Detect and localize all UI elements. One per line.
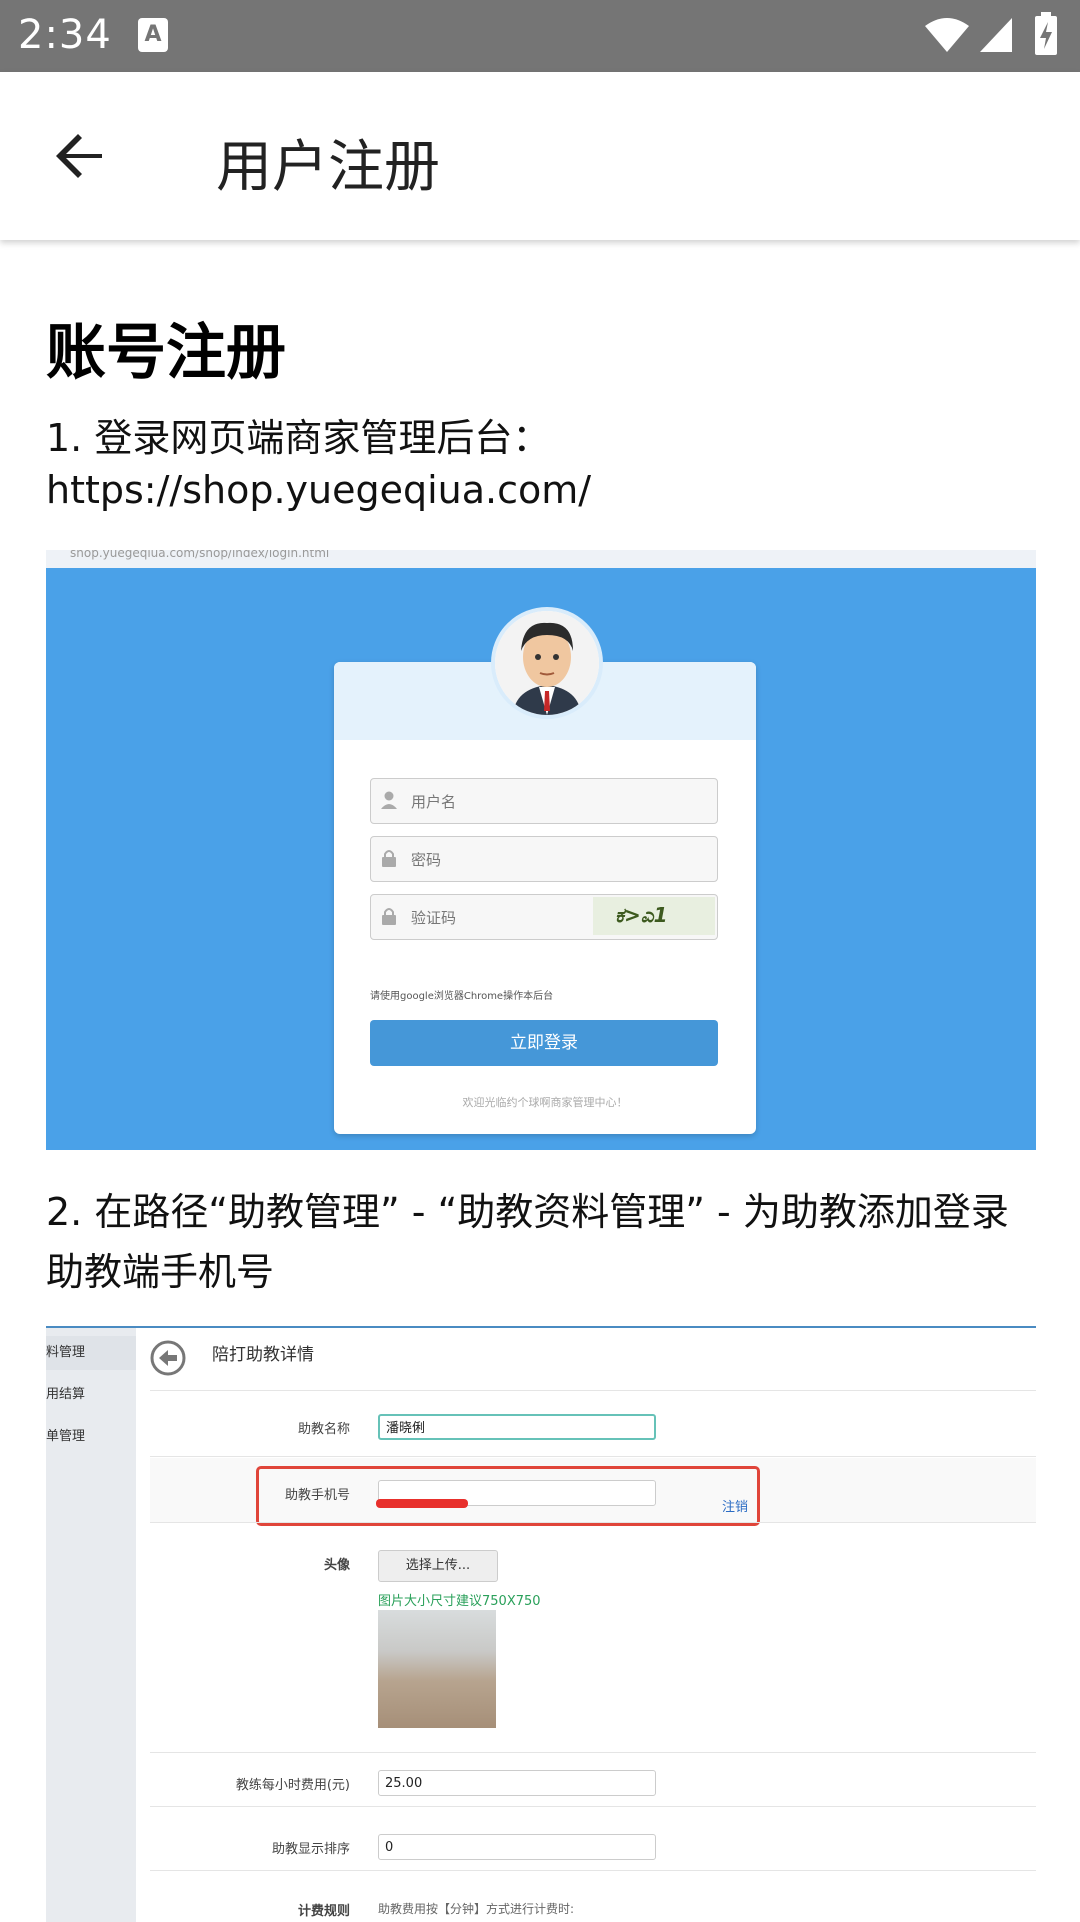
- divider: [150, 1522, 1036, 1523]
- username-placeholder: 用户名: [411, 793, 457, 811]
- fee-input[interactable]: 25.00: [378, 1770, 656, 1796]
- login-card: 用户名 密码 验证码 ಕ>ಎ1 请使用google浏览器Chrome操作本后台 …: [334, 662, 756, 1134]
- name-label: 助教名称: [297, 1422, 350, 1437]
- section-heading: 账号注册: [46, 318, 286, 388]
- notification-icon: A: [138, 18, 168, 52]
- order-label: 助教显示排序: [271, 1842, 350, 1857]
- password-field[interactable]: 密码: [370, 836, 718, 882]
- signal-icon: [980, 18, 1012, 52]
- username-field[interactable]: 用户名: [370, 778, 718, 824]
- status-time: 2:34: [18, 12, 112, 58]
- avatar-photo: [378, 1610, 496, 1728]
- divider: [150, 1456, 1036, 1457]
- user-icon: [381, 791, 397, 809]
- name-input[interactable]: 潘晓俐: [378, 1414, 656, 1440]
- sidebar-item-settlement[interactable]: 用结算: [46, 1378, 136, 1412]
- avatar-label: 头像: [323, 1558, 350, 1573]
- divider: [150, 1752, 1036, 1753]
- url-bar: shop.yuegeqiua.com/shop/index/login.html: [46, 550, 1036, 568]
- back-arrow-icon[interactable]: [48, 124, 112, 188]
- divider: [150, 1806, 1036, 1807]
- captcha-text: ಕ>ಎ1: [615, 903, 668, 927]
- highlight-box: [256, 1466, 760, 1526]
- login-button[interactable]: 立即登录: [370, 1020, 718, 1066]
- app-bar: 用户注册: [0, 72, 1080, 240]
- back-circle-icon[interactable]: [150, 1340, 186, 1376]
- admin-heading: 陪打助教详情: [212, 1345, 314, 1365]
- sidebar-item-orders[interactable]: 单管理: [46, 1420, 136, 1454]
- upload-button[interactable]: 选择上传...: [378, 1550, 498, 1582]
- wifi-icon: [925, 18, 969, 52]
- size-note: 图片大小尺寸建议750X750: [378, 1594, 541, 1609]
- welcome-text: 欢迎光临约个球啊商家管理中心！: [462, 1096, 628, 1109]
- login-screenshot: shop.yuegeqiua.com/shop/index/login.html…: [46, 550, 1036, 1150]
- password-placeholder: 密码: [411, 851, 442, 869]
- fee-label: 教练每小时费用(元): [235, 1778, 350, 1793]
- order-input[interactable]: 0: [378, 1834, 656, 1860]
- step-2-text: 2. 在路径“助教管理” - “助教资料管理” - 为助教添加登录助教端手机号: [46, 1190, 1009, 1294]
- lock-icon: [382, 850, 396, 867]
- captcha-image[interactable]: ಕ>ಎ1: [593, 897, 715, 935]
- admin-sidebar: 料管理 用结算 单管理: [46, 1328, 136, 1922]
- rule-text: 助教费用按【分钟】方式进行计费时:: [378, 1902, 575, 1916]
- browser-hint: 请使用google浏览器Chrome操作本后台: [370, 991, 554, 1002]
- page-title: 用户注册: [216, 135, 440, 200]
- divider: [150, 1870, 1036, 1871]
- status-bar: 2:34 A: [0, 0, 1080, 72]
- admin-screenshot: 料管理 用结算 单管理 陪打助教详情 助教名称 潘晓俐 助教手机号 注销 头像 …: [46, 1326, 1036, 1922]
- avatar: [491, 607, 603, 719]
- step-1-text: 1. 登录网页端商家管理后台：https://shop.yuegeqiua.co…: [46, 416, 592, 512]
- rule-label: 计费规则: [297, 1904, 350, 1919]
- captcha-placeholder: 验证码: [411, 909, 457, 927]
- sidebar-item-profile-mgmt[interactable]: 料管理: [46, 1336, 136, 1370]
- admin-main: 陪打助教详情 助教名称 潘晓俐 助教手机号 注销 头像 选择上传... 图片大小…: [150, 1328, 1036, 1922]
- captcha-field[interactable]: 验证码 ಕ>ಎ1: [370, 894, 718, 940]
- lock-icon: [382, 908, 396, 925]
- url-text: shop.yuegeqiua.com/shop/index/login.html: [70, 550, 330, 560]
- divider: [150, 1390, 1036, 1391]
- battery-charging-icon: [1035, 12, 1057, 55]
